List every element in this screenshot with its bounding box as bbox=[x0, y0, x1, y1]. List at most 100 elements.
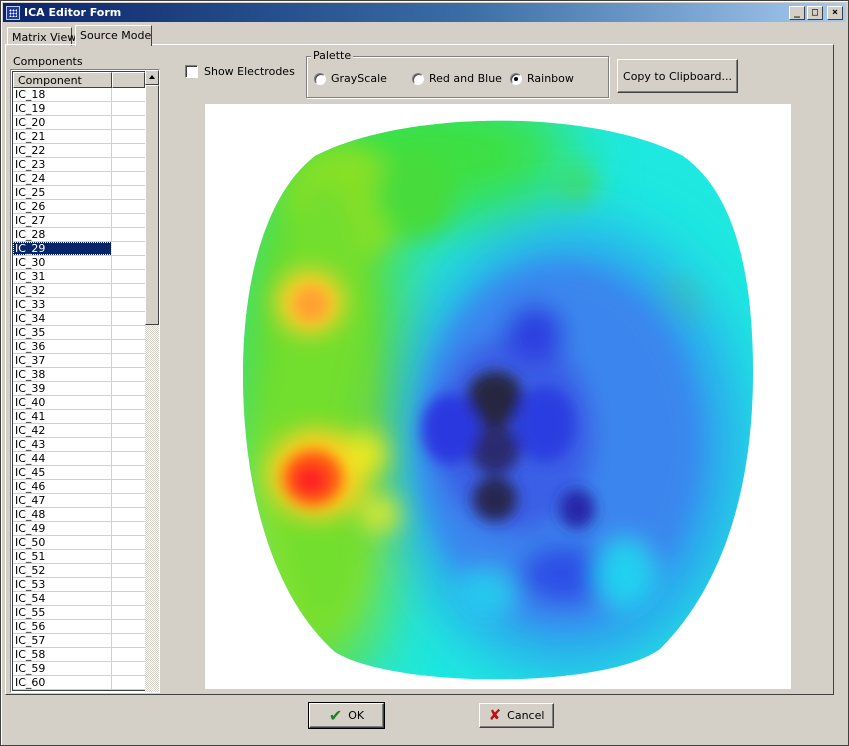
ica-editor-window: ICA Editor Form _ □ × Matrix View Source… bbox=[0, 0, 849, 746]
list-scrollbar[interactable] bbox=[145, 70, 159, 692]
ok-button[interactable]: ✔ OK bbox=[309, 703, 384, 728]
list-item[interactable]: IC_60 bbox=[13, 676, 145, 690]
show-electrodes-checkbox[interactable] bbox=[185, 65, 198, 78]
list-item[interactable]: IC_50 bbox=[13, 536, 145, 550]
list-item[interactable]: IC_44 bbox=[13, 452, 145, 466]
list-item[interactable]: IC_45 bbox=[13, 466, 145, 480]
list-item[interactable]: IC_19 bbox=[13, 102, 145, 116]
component-extra-cell bbox=[112, 270, 145, 283]
list-item[interactable]: IC_34 bbox=[13, 312, 145, 326]
list-item[interactable]: IC_26 bbox=[13, 200, 145, 214]
tab-source-mode[interactable]: Source Mode bbox=[75, 25, 152, 46]
component-extra-cell bbox=[112, 340, 145, 353]
component-name: IC_45 bbox=[13, 466, 112, 479]
component-name: IC_54 bbox=[13, 592, 112, 605]
component-extra-cell bbox=[112, 620, 145, 633]
list-item[interactable]: IC_40 bbox=[13, 396, 145, 410]
component-name: IC_24 bbox=[13, 172, 112, 185]
components-list[interactable]: Component IC_18 IC_19 IC_20 IC_21 IC_22 IC_23… bbox=[10, 69, 160, 693]
list-item[interactable]: IC_33 bbox=[13, 298, 145, 312]
list-item[interactable]: IC_47 bbox=[13, 494, 145, 508]
list-item[interactable]: IC_54 bbox=[13, 592, 145, 606]
component-name: IC_38 bbox=[13, 368, 112, 381]
palette-grayscale-radio[interactable]: GrayScale bbox=[314, 72, 387, 85]
component-name: IC_20 bbox=[13, 116, 112, 129]
minimize-button[interactable]: _ bbox=[789, 5, 805, 20]
list-item[interactable]: IC_41 bbox=[13, 410, 145, 424]
component-name: IC_44 bbox=[13, 452, 112, 465]
list-item[interactable]: IC_53 bbox=[13, 578, 145, 592]
list-item[interactable]: IC_51 bbox=[13, 550, 145, 564]
list-item[interactable]: IC_18 bbox=[13, 88, 145, 102]
list-item[interactable]: IC_35 bbox=[13, 326, 145, 340]
list-item[interactable]: IC_28 bbox=[13, 228, 145, 242]
title-bar[interactable]: ICA Editor Form _ □ × bbox=[3, 3, 846, 22]
component-extra-cell bbox=[112, 88, 145, 101]
component-extra-cell bbox=[112, 200, 145, 213]
show-electrodes-toggle[interactable]: Show Electrodes bbox=[185, 65, 295, 78]
list-item[interactable]: IC_52 bbox=[13, 564, 145, 578]
list-item[interactable]: IC_23 bbox=[13, 158, 145, 172]
cancel-button[interactable]: ✘ Cancel bbox=[479, 703, 554, 728]
component-name: IC_42 bbox=[13, 424, 112, 437]
list-item[interactable]: IC_55 bbox=[13, 606, 145, 620]
list-item[interactable]: IC_31 bbox=[13, 270, 145, 284]
list-header: Component bbox=[13, 72, 145, 88]
component-name: IC_18 bbox=[13, 88, 112, 101]
list-item[interactable]: IC_30 bbox=[13, 256, 145, 270]
component-extra-cell bbox=[112, 312, 145, 325]
component-name: IC_34 bbox=[13, 312, 112, 325]
component-name: IC_36 bbox=[13, 340, 112, 353]
list-item[interactable]: IC_59 bbox=[13, 662, 145, 676]
list-item[interactable]: IC_38 bbox=[13, 368, 145, 382]
component-extra-cell bbox=[112, 102, 145, 115]
list-item[interactable]: IC_24 bbox=[13, 172, 145, 186]
list-item[interactable]: IC_25 bbox=[13, 186, 145, 200]
list-item[interactable]: IC_43 bbox=[13, 438, 145, 452]
list-item[interactable]: IC_29 bbox=[13, 242, 145, 256]
palette-rainbow-radio[interactable]: Rainbow bbox=[510, 72, 574, 85]
list-item[interactable]: IC_20 bbox=[13, 116, 145, 130]
component-name: IC_60 bbox=[13, 676, 112, 689]
maximize-button[interactable]: □ bbox=[807, 5, 823, 20]
component-name: IC_59 bbox=[13, 662, 112, 675]
red-blue-label: Red and Blue bbox=[429, 72, 502, 85]
list-item[interactable]: IC_58 bbox=[13, 648, 145, 662]
radio-indicator-selected[interactable] bbox=[510, 72, 522, 85]
list-item[interactable]: IC_22 bbox=[13, 144, 145, 158]
list-rows: IC_18 IC_19 IC_20 IC_21 IC_22 IC_23 IC_24 IC_25… bbox=[13, 88, 145, 690]
rainbow-label: Rainbow bbox=[527, 72, 574, 85]
secondary-column-header[interactable] bbox=[112, 72, 145, 88]
scroll-up-arrow-icon[interactable] bbox=[145, 70, 159, 85]
component-name: IC_35 bbox=[13, 326, 112, 339]
list-item[interactable]: IC_36 bbox=[13, 340, 145, 354]
component-name: IC_22 bbox=[13, 144, 112, 157]
list-item[interactable]: IC_39 bbox=[13, 382, 145, 396]
component-extra-cell bbox=[112, 424, 145, 437]
list-item[interactable]: IC_21 bbox=[13, 130, 145, 144]
scroll-thumb[interactable] bbox=[145, 85, 159, 325]
component-extra-cell bbox=[112, 564, 145, 577]
list-item[interactable]: IC_46 bbox=[13, 480, 145, 494]
component-name: IC_58 bbox=[13, 648, 112, 661]
show-electrodes-label: Show Electrodes bbox=[204, 65, 295, 78]
component-name: IC_43 bbox=[13, 438, 112, 451]
component-column-header[interactable]: Component bbox=[13, 72, 112, 88]
list-item[interactable]: IC_42 bbox=[13, 424, 145, 438]
component-name: IC_32 bbox=[13, 284, 112, 297]
list-item[interactable]: IC_48 bbox=[13, 508, 145, 522]
list-item[interactable]: IC_37 bbox=[13, 354, 145, 368]
component-name: IC_26 bbox=[13, 200, 112, 213]
radio-indicator[interactable] bbox=[412, 72, 424, 85]
component-extra-cell bbox=[112, 536, 145, 549]
list-item[interactable]: IC_49 bbox=[13, 522, 145, 536]
list-item[interactable]: IC_32 bbox=[13, 284, 145, 298]
list-item[interactable]: IC_57 bbox=[13, 634, 145, 648]
copy-to-clipboard-label: Copy to Clipboard... bbox=[623, 69, 732, 83]
list-item[interactable]: IC_56 bbox=[13, 620, 145, 634]
palette-red-blue-radio[interactable]: Red and Blue bbox=[412, 72, 502, 85]
list-item[interactable]: IC_27 bbox=[13, 214, 145, 228]
radio-indicator[interactable] bbox=[314, 72, 326, 85]
copy-to-clipboard-button[interactable]: Copy to Clipboard... bbox=[617, 59, 738, 93]
close-button[interactable]: × bbox=[827, 5, 843, 20]
